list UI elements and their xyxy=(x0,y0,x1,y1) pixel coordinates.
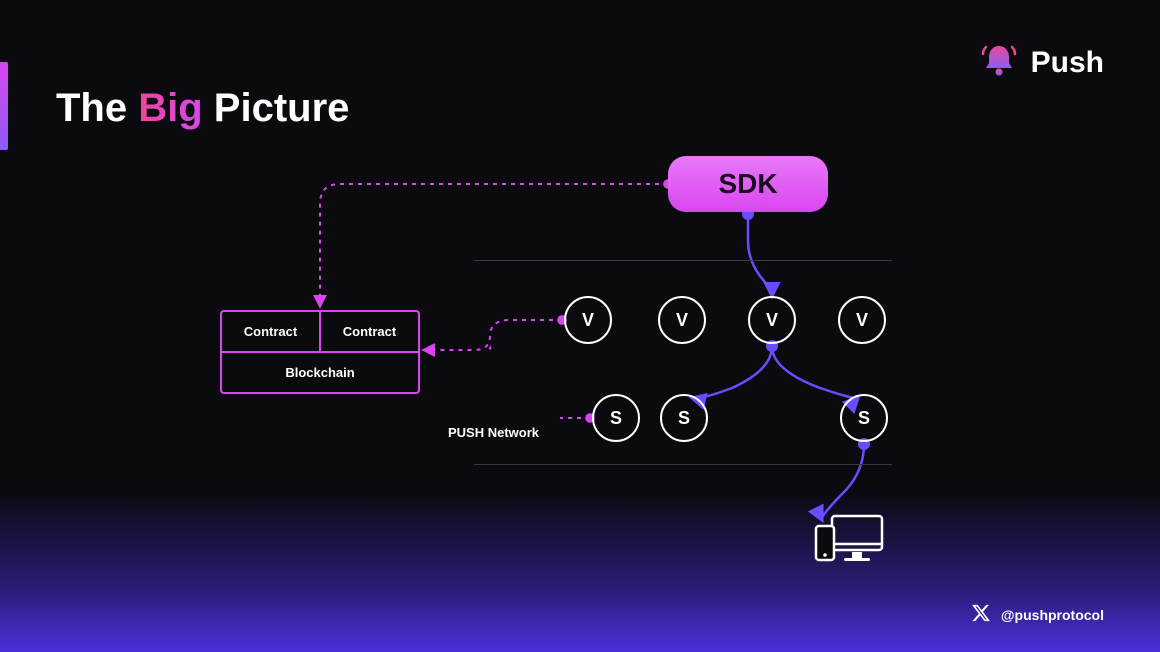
contract-right: Contract xyxy=(321,312,418,351)
contract-left: Contract xyxy=(222,312,321,351)
handle-text: @pushprotocol xyxy=(1001,607,1104,623)
accent-bar xyxy=(0,62,8,150)
v-node-1: V xyxy=(564,296,612,344)
s-node-2: S xyxy=(660,394,708,442)
divider-bottom xyxy=(474,464,892,465)
s-node-1: S xyxy=(592,394,640,442)
brand-name: Push xyxy=(1031,46,1104,80)
sdk-node: SDK xyxy=(668,156,828,212)
s-node-3: S xyxy=(840,394,888,442)
v-node-4: V xyxy=(838,296,886,344)
page-title: The Big Picture xyxy=(56,86,349,131)
x-icon xyxy=(971,603,991,626)
title-highlight: Big xyxy=(138,86,202,130)
bottom-glow xyxy=(0,492,1160,652)
blockchain-cell: Blockchain xyxy=(222,353,418,392)
divider-top xyxy=(474,260,892,261)
bell-icon xyxy=(979,40,1019,85)
title-post: Picture xyxy=(203,86,350,130)
sdk-label: SDK xyxy=(718,168,777,200)
contract-box: Contract Contract Blockchain xyxy=(220,310,420,394)
v-node-2: V xyxy=(658,296,706,344)
devices-icon xyxy=(814,512,886,573)
contract-row: Contract Contract xyxy=(222,312,418,353)
v-node-3: V xyxy=(748,296,796,344)
network-label: PUSH Network xyxy=(448,425,539,440)
social-handle: @pushprotocol xyxy=(971,603,1104,626)
title-pre: The xyxy=(56,86,138,130)
brand-logo: Push xyxy=(979,40,1104,85)
